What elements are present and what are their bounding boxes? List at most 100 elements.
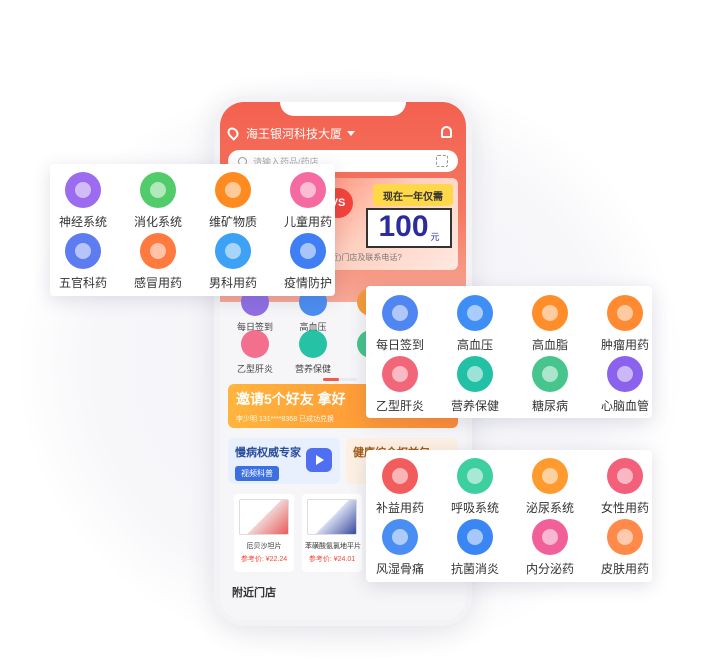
category-label: 营养保健 (450, 399, 499, 413)
category-label: 神经系统 (58, 215, 107, 229)
product-name: 厄贝沙坦片 (246, 543, 282, 550)
thermometer-icon (140, 233, 176, 269)
category-label: 糖尿病 (531, 399, 568, 413)
phone-grid-item[interactable]: 营养保健 (284, 330, 342, 375)
product-card[interactable]: 苯磺酸氨氯地平片 参考价: ¥24.01 (302, 494, 362, 572)
category-label: 维矿物质 (208, 215, 257, 229)
category-item[interactable]: 风湿骨痛 (362, 519, 438, 577)
thyroid-icon (532, 519, 568, 555)
chronic-expert-card[interactable]: 慢病权威专家 视频科普 (228, 438, 340, 484)
category-item[interactable]: 高血脂 (512, 295, 588, 353)
category-label: 呼吸系统 (450, 501, 499, 515)
category-label: 男科用药 (208, 276, 257, 290)
banner-tag: 现在一年仅需 (373, 184, 453, 206)
video-pill: 视频科普 (235, 466, 279, 481)
bottle-icon (299, 330, 327, 358)
category-item[interactable]: 内分泌药 (512, 519, 588, 577)
category-label: 感冒用药 (133, 276, 182, 290)
banner-price-number: 100 (378, 210, 429, 243)
category-label: 乙型肝炎 (375, 399, 424, 413)
category-card-bottom: 补益用药 呼吸系统 泌尿系统 女性用药 风湿骨痛 抗菌消炎 内分泌药 皮肤用药 (366, 450, 652, 582)
product-price: 参考价: ¥24.01 (308, 556, 356, 563)
category-item[interactable]: 女性用药 (587, 458, 663, 516)
molecule-icon (532, 295, 568, 331)
category-label: 女性用药 (600, 501, 649, 515)
category-label: 皮肤用药 (600, 562, 649, 576)
product-image (307, 499, 357, 535)
category-label: 肿瘤用药 (600, 338, 649, 352)
banner-price: 100 元 (366, 208, 452, 248)
category-item[interactable]: 呼吸系统 (437, 458, 513, 516)
category-item[interactable]: 肿瘤用药 (587, 295, 663, 353)
category-item[interactable]: 神经系统 (45, 172, 121, 230)
nearby-stores-heading: 附近门店 (232, 587, 276, 599)
chevron-down-icon[interactable] (347, 130, 356, 136)
category-item[interactable]: 补益用药 (362, 458, 438, 516)
category-label: 消化系统 (133, 215, 182, 229)
liver-icon (382, 356, 418, 392)
heart-icon (607, 356, 643, 392)
category-item[interactable]: 五官科药 (45, 233, 121, 291)
calendar-icon (382, 295, 418, 331)
child-icon (290, 172, 326, 208)
scan-icon[interactable] (436, 155, 448, 167)
category-label: 泌尿系统 (525, 501, 574, 515)
cell-icon (607, 295, 643, 331)
liver-icon (241, 330, 269, 358)
category-label: 高血脂 (531, 338, 568, 352)
banner-price-unit: 元 (430, 232, 440, 242)
kidney-icon (532, 458, 568, 494)
category-item[interactable]: 高血压 (437, 295, 513, 353)
category-item[interactable]: 糖尿病 (512, 356, 588, 414)
category-item[interactable]: 维矿物质 (195, 172, 271, 230)
category-item[interactable]: 乙型肝炎 (362, 356, 438, 414)
category-item[interactable]: 营养保健 (437, 356, 513, 414)
category-label: 内分泌药 (525, 562, 574, 576)
category-item[interactable]: 疫情防护 (270, 233, 346, 291)
category-card-mid: 每日签到 高血压 高血脂 肿瘤用药 乙型肝炎 营养保健 糖尿病 心脑血管 (366, 286, 652, 418)
house-icon (532, 356, 568, 392)
category-label: 抗菌消炎 (450, 562, 499, 576)
lungs-icon (457, 458, 493, 494)
play-icon (306, 448, 332, 472)
category-item[interactable]: 消化系统 (120, 172, 196, 230)
category-label: 儿童用药 (283, 215, 332, 229)
category-item[interactable]: 每日签到 (362, 295, 438, 353)
shield-icon (290, 233, 326, 269)
category-item[interactable]: 男科用药 (195, 233, 271, 291)
phone-grid-label: 营养保健 (294, 364, 331, 374)
phone-grid-label: 乙型肝炎 (236, 364, 273, 374)
flame-icon (382, 458, 418, 494)
category-item[interactable]: 泌尿系统 (512, 458, 588, 516)
product-price: 参考价: ¥22.24 (240, 556, 288, 563)
category-item[interactable]: 感冒用药 (120, 233, 196, 291)
male-icon (215, 233, 251, 269)
location-bar[interactable]: 海王银河科技大厦 (225, 124, 458, 142)
category-label: 心脑血管 (600, 399, 649, 413)
face-icon (65, 233, 101, 269)
shield-plus-icon (457, 519, 493, 555)
category-item[interactable]: 抗菌消炎 (437, 519, 513, 577)
category-item[interactable]: 皮肤用药 (587, 519, 663, 577)
category-label: 五官科药 (58, 276, 107, 290)
category-label: 补益用药 (375, 501, 424, 515)
bell-icon[interactable] (441, 126, 452, 138)
monitor-icon (457, 295, 493, 331)
category-item[interactable]: 儿童用药 (270, 172, 346, 230)
location-label[interactable]: 海王银河科技大厦 (246, 125, 342, 142)
phone-grid-item[interactable]: 乙型肝炎 (226, 330, 284, 375)
category-label: 每日签到 (375, 338, 424, 352)
category-card-top: 神经系统 消化系统 维矿物质 儿童用药 五官科药 感冒用药 男科用药 疫情防护 (50, 164, 335, 296)
category-item[interactable]: 心脑血管 (587, 356, 663, 414)
bottle-icon (457, 356, 493, 392)
stomach-icon (140, 172, 176, 208)
category-label: 风湿骨痛 (375, 562, 424, 576)
product-card[interactable]: 厄贝沙坦片 参考价: ¥22.24 (234, 494, 294, 572)
category-label: 高血压 (456, 338, 493, 352)
brain-icon (65, 172, 101, 208)
page-indicator (323, 378, 357, 381)
skin-icon (607, 519, 643, 555)
location-pin-icon (225, 125, 241, 141)
product-name: 苯磺酸氨氯地平片 (305, 543, 361, 550)
female-icon (607, 458, 643, 494)
